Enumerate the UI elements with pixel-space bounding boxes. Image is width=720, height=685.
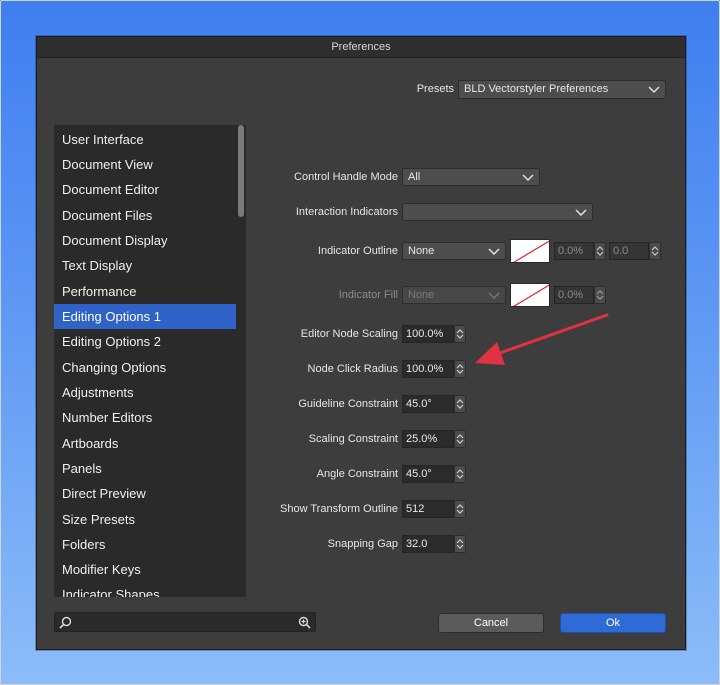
indicator-fill-value: None <box>408 289 435 301</box>
sidebar-item-number-editors[interactable]: Number Editors <box>54 405 236 430</box>
sidebar-item-changing-options[interactable]: Changing Options <box>54 355 236 380</box>
editor-node-scaling-label: Editor Node Scaling <box>300 328 398 340</box>
guideline-constraint-field[interactable]: 45.0° <box>402 395 454 413</box>
sidebar-item-folders[interactable]: Folders <box>54 532 236 557</box>
stepper-icon[interactable] <box>454 430 466 448</box>
stepper-icon[interactable] <box>594 286 606 304</box>
sidebar-item-editing-options-2[interactable]: Editing Options 2 <box>54 329 236 354</box>
chevron-down-icon <box>488 292 500 300</box>
node-click-radius-field[interactable]: 100.0% <box>402 360 454 378</box>
indicator-outline-dropdown[interactable]: None <box>402 242 506 260</box>
node-click-radius-label: Node Click Radius <box>307 363 398 375</box>
indicator-outline-color-swatch[interactable] <box>510 239 550 263</box>
sidebar-item-panels[interactable]: Panels <box>54 456 236 481</box>
no-color-slash-icon <box>513 240 549 262</box>
control-handle-mode-label: Control Handle Mode <box>294 171 398 183</box>
sidebar-item-user-interface[interactable]: User Interface <box>54 127 236 152</box>
ok-button[interactable]: Ok <box>560 613 666 633</box>
sidebar-item-text-display[interactable]: Text Display <box>54 253 236 278</box>
sidebar-item-modifier-keys[interactable]: Modifier Keys <box>54 557 236 582</box>
chevron-down-icon <box>488 248 500 256</box>
angle-constraint-label: Angle Constraint <box>316 468 398 480</box>
chevron-down-icon <box>522 174 534 182</box>
interaction-indicators-dropdown[interactable] <box>402 203 593 221</box>
window-title: Preferences <box>37 37 685 58</box>
sidebar-item-artboards[interactable]: Artboards <box>54 431 236 456</box>
scaling-constraint-label: Scaling Constraint <box>308 433 398 445</box>
zoom-plus-icon[interactable] <box>298 616 311 629</box>
stepper-icon[interactable] <box>594 242 606 260</box>
show-transform-outline-label: Show Transform Outline <box>280 503 398 515</box>
indicator-fill-dropdown[interactable]: None <box>402 286 506 304</box>
indicator-outline-opacity-field[interactable]: 0.0% <box>554 242 594 260</box>
sidebar-item-size-presets[interactable]: Size Presets <box>54 507 236 532</box>
interaction-indicators-label: Interaction Indicators <box>295 206 398 218</box>
search-input[interactable] <box>54 612 316 632</box>
snapping-gap-field[interactable]: 32.0 <box>402 535 454 553</box>
preferences-window: Preferences Presets BLD Vectorstyler Pre… <box>36 36 686 650</box>
guideline-constraint-label: Guideline Constraint <box>298 398 398 410</box>
stepper-icon[interactable] <box>454 325 466 343</box>
scaling-constraint-field[interactable]: 25.0% <box>402 430 454 448</box>
cancel-button[interactable]: Cancel <box>438 613 544 633</box>
preferences-sidebar[interactable]: User Interface Document View Document Ed… <box>54 125 246 597</box>
stepper-icon[interactable] <box>454 360 466 378</box>
no-color-slash-icon <box>513 284 549 306</box>
indicator-fill-opacity-field[interactable]: 0.0% <box>554 286 594 304</box>
sidebar-item-document-view[interactable]: Document View <box>54 152 236 177</box>
snapping-gap-label: Snapping Gap <box>327 538 398 550</box>
show-transform-outline-field[interactable]: 512 <box>402 500 454 518</box>
sidebar-item-adjustments[interactable]: Adjustments <box>54 380 236 405</box>
sidebar-item-editing-options-1[interactable]: Editing Options 1 <box>54 304 236 329</box>
editor-node-scaling-field[interactable]: 100.0% <box>402 325 454 343</box>
indicator-fill-label: Indicator Fill <box>338 289 398 301</box>
chevron-down-icon <box>648 86 660 94</box>
sidebar-item-document-display[interactable]: Document Display <box>54 228 236 253</box>
indicator-outline-label: Indicator Outline <box>317 245 398 257</box>
sidebar-item-document-files[interactable]: Document Files <box>54 203 236 228</box>
control-handle-mode-value: All <box>408 171 421 183</box>
chevron-down-icon <box>575 209 587 217</box>
annotation-arrow <box>475 313 609 365</box>
indicator-outline-value: None <box>408 245 435 257</box>
presets-label: Presets <box>416 83 454 95</box>
sidebar-item-performance[interactable]: Performance <box>54 279 236 304</box>
sidebar-item-document-editor[interactable]: Document Editor <box>54 177 236 202</box>
search-icon <box>59 616 72 629</box>
stepper-icon[interactable] <box>454 500 466 518</box>
sidebar-item-direct-preview[interactable]: Direct Preview <box>54 481 236 506</box>
stepper-icon[interactable] <box>649 242 661 260</box>
indicator-fill-color-swatch[interactable] <box>510 283 550 307</box>
control-handle-mode-dropdown[interactable]: All <box>402 168 540 186</box>
presets-dropdown[interactable]: BLD Vectorstyler Preferences <box>458 80 666 99</box>
sidebar-scrollbar[interactable] <box>236 125 246 597</box>
sidebar-item-indicator-shapes[interactable]: Indicator Shapes <box>54 582 236 597</box>
indicator-outline-width-field[interactable]: 0.0 <box>609 242 649 260</box>
stepper-icon[interactable] <box>454 395 466 413</box>
stepper-icon[interactable] <box>454 535 466 553</box>
presets-value: BLD Vectorstyler Preferences <box>464 83 609 95</box>
angle-constraint-field[interactable]: 45.0° <box>402 465 454 483</box>
stepper-icon[interactable] <box>454 465 466 483</box>
